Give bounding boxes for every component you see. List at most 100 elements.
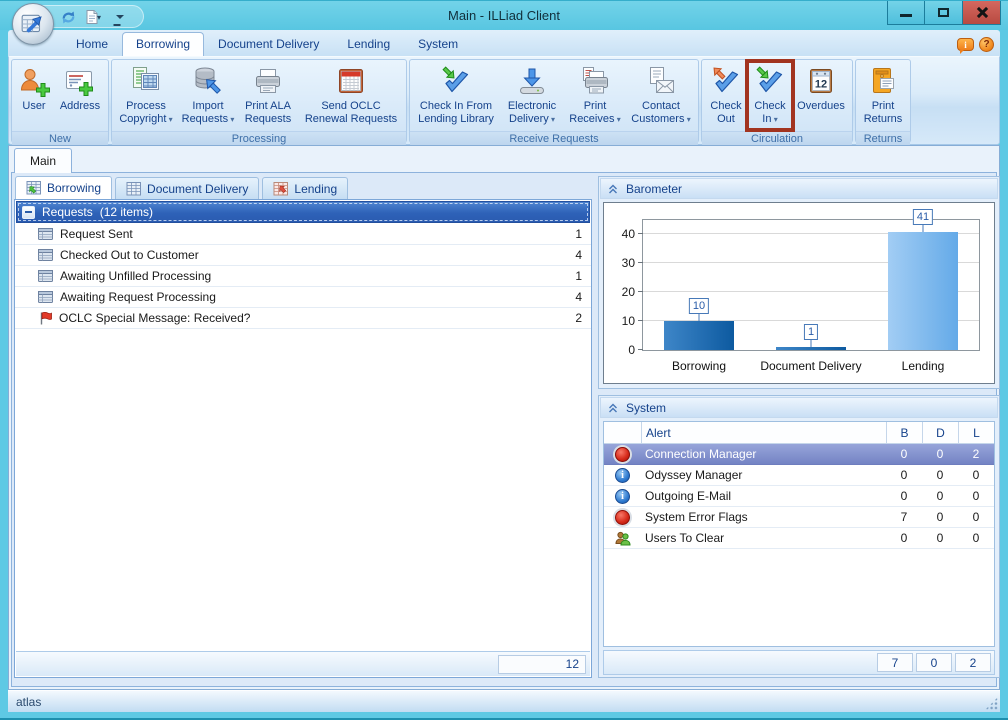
print-receives-icon xyxy=(579,64,611,98)
contact-customers-button[interactable]: Contact Customers xyxy=(626,61,696,131)
y-axis-label: 30 xyxy=(622,256,635,270)
print-returns-button[interactable]: Print Returns xyxy=(858,61,908,131)
tip-icon[interactable] xyxy=(957,38,974,51)
system-row-b: 7 xyxy=(886,507,922,527)
customize-quick-access-button[interactable] xyxy=(116,15,124,19)
request-row-request-sent[interactable]: Request Sent 1 xyxy=(15,224,591,245)
subtab-borrowing[interactable]: Borrowing xyxy=(15,176,112,199)
system-row-outgoing-email[interactable]: Outgoing E-Mail 0 0 0 xyxy=(604,486,994,507)
system-row-label: Outgoing E-Mail xyxy=(641,486,886,506)
system-total-b: 7 xyxy=(877,653,913,672)
system-row-b: 0 xyxy=(886,528,922,548)
requests-group-header[interactable]: Requests (12 items) xyxy=(16,201,590,223)
import-requests-button[interactable]: Import Requests xyxy=(178,61,238,131)
request-grid-icon xyxy=(38,249,53,261)
check-in-icon xyxy=(754,64,786,98)
y-axis-label: 40 xyxy=(622,227,635,241)
system-row-connection-manager[interactable]: Connection Manager 0 0 2 xyxy=(604,444,994,465)
data-label: 10 xyxy=(689,298,709,314)
header-b: B xyxy=(886,422,922,443)
system-row-d: 0 xyxy=(922,444,958,464)
chart-plot: 01020304010Borrowing1Document Delivery41… xyxy=(642,219,980,351)
application-menu-button[interactable] xyxy=(12,3,54,45)
stop-icon xyxy=(615,447,630,462)
tab-home[interactable]: Home xyxy=(62,32,122,56)
address-button[interactable]: Address xyxy=(54,61,106,131)
subtab-document-delivery[interactable]: Document Delivery xyxy=(115,177,259,199)
request-row-awaiting-unfilled[interactable]: Awaiting Unfilled Processing 1 xyxy=(15,266,591,287)
contact-customers-label: Contact Customers xyxy=(628,100,694,126)
print-ala-requests-icon xyxy=(252,64,284,98)
chart-bar xyxy=(888,232,958,350)
system-row-l: 0 xyxy=(958,486,994,506)
minimize-button[interactable] xyxy=(887,1,925,25)
titlebar[interactable]: Main - ILLiad Client xyxy=(0,1,1008,30)
group-label-receive-requests: Receive Requests xyxy=(410,131,698,146)
users-icon xyxy=(615,531,631,546)
request-row-awaiting-request[interactable]: Awaiting Request Processing 4 xyxy=(15,287,591,308)
system-row-b: 0 xyxy=(886,465,922,485)
illiad-client-window: Main - ILLiad Client xyxy=(0,0,1008,720)
check-out-icon xyxy=(710,64,742,98)
overdues-calendar-icon: 12 xyxy=(805,64,837,98)
user-button[interactable]: User xyxy=(14,61,54,131)
maximize-button[interactable] xyxy=(925,1,963,25)
check-in-from-lending-library-label: Check In From Lending Library xyxy=(414,100,498,126)
tab-main[interactable]: Main xyxy=(14,148,72,173)
send-oclc-renewal-requests-button[interactable]: Send OCLC Renewal Requests xyxy=(298,61,404,131)
requests-group-title: Requests xyxy=(42,205,93,219)
group-label-new: New xyxy=(12,131,108,146)
overdues-button[interactable]: 12 Overdues xyxy=(792,61,850,131)
tab-lending[interactable]: Lending xyxy=(333,32,404,56)
request-row-count: 4 xyxy=(575,290,582,304)
help-icon[interactable] xyxy=(979,37,994,52)
svg-text:12: 12 xyxy=(815,79,827,91)
status-user: atlas xyxy=(16,695,41,709)
system-header[interactable]: System xyxy=(600,397,998,418)
close-button[interactable] xyxy=(963,1,1001,25)
request-row-checked-out[interactable]: Checked Out to Customer 4 xyxy=(15,245,591,266)
request-grid-icon xyxy=(38,270,53,282)
print-returns-label: Print Returns xyxy=(860,100,906,126)
resize-grip[interactable] xyxy=(985,697,998,710)
chevrons-up-icon xyxy=(607,402,619,414)
subtab-borrowing-label: Borrowing xyxy=(47,181,101,195)
tab-document-delivery[interactable]: Document Delivery xyxy=(204,32,333,56)
new-form-dropdown-icon: ▾ xyxy=(97,13,101,22)
system-row-odyssey-manager[interactable]: Odyssey Manager 0 0 0 xyxy=(604,465,994,486)
tab-borrowing[interactable]: Borrowing xyxy=(122,32,204,56)
data-label-connector xyxy=(699,314,700,321)
window-title: Main - ILLiad Client xyxy=(0,1,1008,30)
check-out-button[interactable]: Check Out xyxy=(704,61,748,131)
system-row-d: 0 xyxy=(922,507,958,527)
refresh-button[interactable] xyxy=(60,9,77,26)
process-copyright-label: Process Copyright xyxy=(116,100,176,126)
system-row-label: Connection Manager xyxy=(641,444,886,464)
left-panel: Borrowing Document Delivery xyxy=(14,176,592,678)
new-form-button[interactable]: ▾ xyxy=(84,9,101,25)
collapse-minus-icon[interactable] xyxy=(22,206,35,219)
check-in-from-lending-library-button[interactable]: Check In From Lending Library xyxy=(412,61,500,131)
system-row-b: 0 xyxy=(886,444,922,464)
request-row-oclc-special-message[interactable]: OCLC Special Message: Received? 2 xyxy=(15,308,591,329)
barometer-header[interactable]: Barometer xyxy=(600,178,998,199)
print-receives-button[interactable]: Print Receives xyxy=(564,61,626,131)
print-ala-requests-button[interactable]: Print ALA Requests xyxy=(238,61,298,131)
status-bar: atlas xyxy=(8,690,1000,712)
y-axis-label: 10 xyxy=(622,314,635,328)
check-in-button[interactable]: Check In xyxy=(748,61,792,131)
tab-system[interactable]: System xyxy=(404,32,472,56)
main-area: Main Borrowing xyxy=(8,145,1000,690)
subtab-lending[interactable]: Lending xyxy=(262,177,348,199)
request-grid-icon xyxy=(38,228,53,240)
request-row-count: 4 xyxy=(575,248,582,262)
ribbon-help-area xyxy=(957,37,1000,56)
header-d: D xyxy=(922,422,958,443)
electronic-delivery-button[interactable]: Electronic Delivery xyxy=(500,61,564,131)
request-row-count: 1 xyxy=(575,269,582,283)
process-copyright-button[interactable]: Process Copyright xyxy=(114,61,178,131)
system-row-users-to-clear[interactable]: Users To Clear 0 0 0 xyxy=(604,528,994,549)
ribbon-group-processing: Process Copyright xyxy=(111,59,407,143)
system-row-system-error-flags[interactable]: System Error Flags 7 0 0 xyxy=(604,507,994,528)
x-axis-label: Lending xyxy=(902,359,945,373)
